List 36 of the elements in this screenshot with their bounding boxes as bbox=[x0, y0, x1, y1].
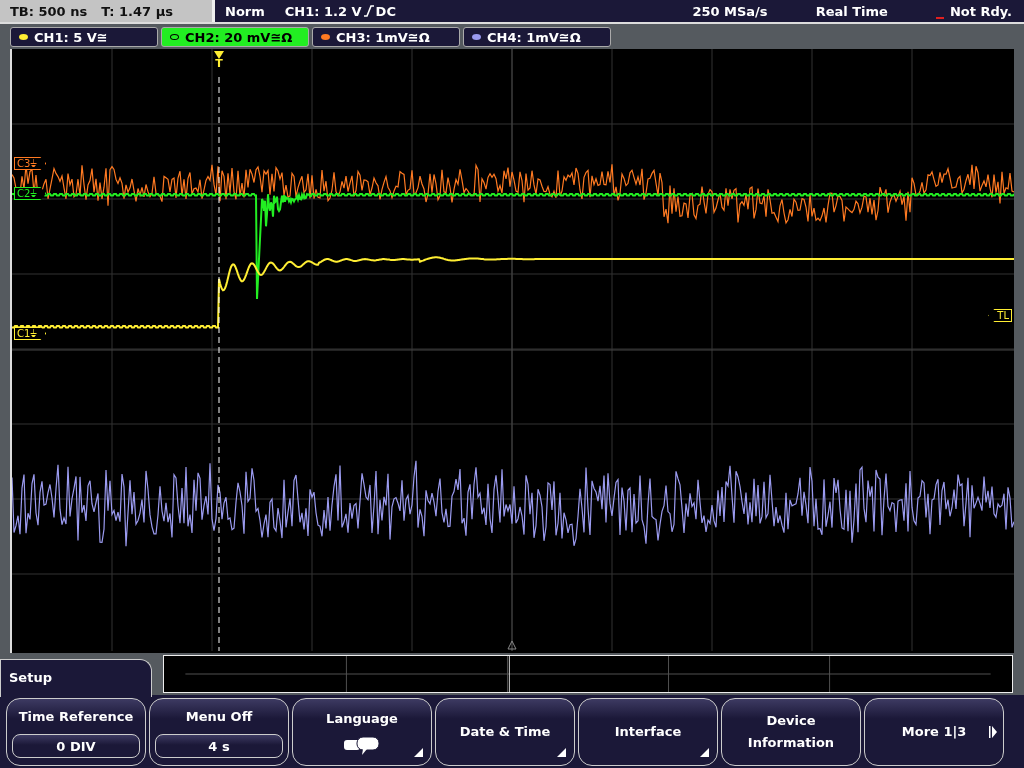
softkey[interactable]: Time Reference 0 DIV bbox=[6, 698, 146, 766]
value-field[interactable]: 0 DIV bbox=[12, 734, 140, 758]
softkey-label: Menu Off bbox=[185, 708, 253, 726]
trigger-mode: Norm bbox=[225, 3, 265, 19]
softkey-label: Language bbox=[326, 710, 398, 728]
speech-bubbles-icon bbox=[343, 736, 381, 756]
status-indicator-icon bbox=[935, 16, 944, 19]
channel-tab[interactable]: CH2: 20 mV≅Ω bbox=[161, 27, 309, 47]
channel-tab[interactable]: CH4: 1mV≅Ω bbox=[463, 27, 611, 47]
trigger-coupling: DC bbox=[375, 3, 396, 19]
trigger-state: Not Rdy. bbox=[949, 3, 1012, 19]
softkey[interactable]: More 1|3 bbox=[864, 698, 1004, 766]
softkey-label: Time Reference bbox=[18, 708, 134, 726]
channel-dot-icon bbox=[170, 34, 179, 40]
next-page-icon bbox=[989, 726, 997, 738]
softkey[interactable]: Device Information bbox=[721, 698, 861, 766]
softkey[interactable]: Date & Time bbox=[435, 698, 575, 766]
value-field[interactable]: 4 s bbox=[155, 734, 283, 758]
acquisition-mode: Real Time bbox=[815, 3, 888, 19]
level-marker: TL bbox=[988, 309, 1012, 322]
softkey[interactable]: Language bbox=[292, 698, 432, 766]
level-marker: C3⏚ bbox=[14, 157, 47, 170]
softkey[interactable]: Interface bbox=[578, 698, 718, 766]
softkey[interactable]: Menu Off 4 s bbox=[149, 698, 289, 766]
level-marker: C1⏚ bbox=[14, 327, 47, 340]
menu-title: Setup bbox=[0, 659, 152, 697]
channel-tab[interactable]: CH3: 1mV≅Ω bbox=[312, 27, 460, 47]
trigger-source: CH1: 1.2 V bbox=[284, 3, 362, 19]
position-marker-icon bbox=[507, 640, 517, 650]
sample-rate: 250 MSa/s bbox=[692, 3, 768, 19]
rising-edge-icon bbox=[363, 5, 374, 17]
level-marker: C2⏚ bbox=[14, 187, 47, 200]
timebase-readout: TB: 500 ns bbox=[10, 3, 88, 19]
trigger-time-readout: T: 1.47 µs bbox=[101, 3, 173, 19]
softkey-label: More 1|3 bbox=[901, 723, 967, 741]
channel-tab[interactable]: CH1: 5 V≅ bbox=[10, 27, 158, 47]
